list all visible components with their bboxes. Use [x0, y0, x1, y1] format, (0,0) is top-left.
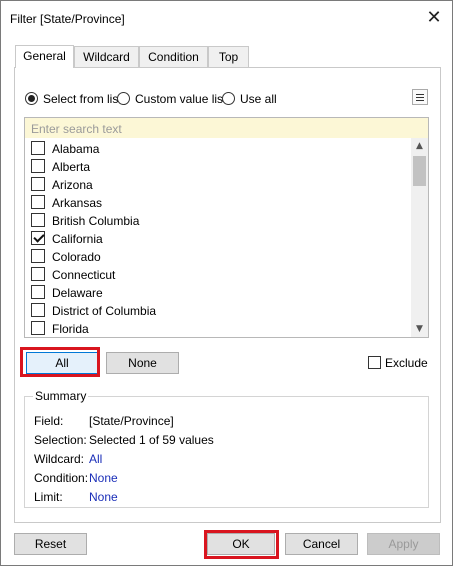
- summary-key: Field:: [34, 414, 64, 428]
- list-menu-icon[interactable]: [412, 89, 428, 105]
- radio-label: Select from list: [43, 92, 122, 106]
- summary-link-condition[interactable]: None: [89, 471, 118, 485]
- list-scrollbar[interactable]: ▲ ▼: [411, 138, 428, 337]
- list-item-label: Alabama: [52, 142, 100, 156]
- summary-title: Summary: [33, 389, 89, 403]
- checkbox-checked[interactable]: [31, 231, 45, 245]
- summary-value: Selected 1 of 59 values: [89, 433, 214, 447]
- checkbox[interactable]: [31, 285, 45, 299]
- checkbox[interactable]: [31, 267, 45, 281]
- general-tab-panel: Select from list Custom value list Use a…: [14, 67, 441, 523]
- checkbox[interactable]: [31, 303, 45, 317]
- checkbox[interactable]: [31, 249, 45, 263]
- scroll-up-icon[interactable]: ▲: [411, 138, 428, 154]
- radio-indicator: [222, 92, 235, 105]
- title-bar: Filter [State/Province] ✕: [1, 1, 452, 35]
- summary-key: Wildcard:: [34, 452, 85, 466]
- list-item-label: Arizona: [52, 178, 93, 192]
- checkbox[interactable]: [31, 321, 45, 335]
- close-icon[interactable]: ✕: [422, 6, 446, 30]
- tab-wildcard[interactable]: Wildcard: [74, 46, 139, 68]
- exclude-checkbox[interactable]: [368, 356, 381, 369]
- select-all-button[interactable]: All: [26, 352, 98, 374]
- summary-link-limit[interactable]: None: [89, 490, 118, 504]
- list-item-label: Connecticut: [52, 268, 116, 282]
- checkbox[interactable]: [31, 159, 45, 173]
- value-list: Alabama Alberta Arizona Arkansas British…: [24, 138, 429, 338]
- list-item-label: Colorado: [52, 250, 101, 264]
- ok-button[interactable]: OK: [207, 533, 275, 555]
- checkbox[interactable]: [31, 213, 45, 227]
- scroll-thumb[interactable]: [413, 156, 426, 186]
- search-input[interactable]: Enter search text: [24, 117, 429, 139]
- checkbox[interactable]: [31, 177, 45, 191]
- radio-label: Use all: [240, 92, 277, 106]
- radio-label: Custom value list: [135, 92, 227, 106]
- summary-link-wildcard[interactable]: All: [89, 452, 102, 466]
- cancel-button[interactable]: Cancel: [285, 533, 358, 555]
- checkbox[interactable]: [31, 141, 45, 155]
- reset-button[interactable]: Reset: [14, 533, 87, 555]
- checkbox[interactable]: [31, 195, 45, 209]
- summary-box: Summary Field: [State/Province] Selectio…: [24, 389, 429, 508]
- list-item-label: British Columbia: [52, 214, 140, 228]
- radio-selected-indicator: [25, 92, 38, 105]
- list-item-label: Alberta: [52, 160, 91, 174]
- scroll-down-icon[interactable]: ▼: [411, 321, 428, 337]
- list-item-label: Arkansas: [52, 196, 103, 210]
- list-item-label: District of Columbia: [52, 304, 157, 318]
- summary-key: Selection:: [34, 433, 87, 447]
- filter-dialog: Filter [State/Province] ✕ General Wildca…: [0, 0, 453, 566]
- radio-indicator: [117, 92, 130, 105]
- summary-key: Condition:: [34, 471, 89, 485]
- dialog-title: Filter [State/Province]: [10, 12, 125, 26]
- tab-general[interactable]: General: [15, 45, 74, 68]
- tab-condition[interactable]: Condition: [139, 46, 208, 68]
- list-item-label: California: [52, 232, 103, 246]
- summary-key: Limit:: [34, 490, 63, 504]
- list-item-label: Delaware: [52, 286, 103, 300]
- list-item-label: Florida: [52, 322, 89, 336]
- select-none-button[interactable]: None: [106, 352, 179, 374]
- summary-value: [State/Province]: [89, 414, 174, 428]
- apply-button[interactable]: Apply: [367, 533, 440, 555]
- tab-top[interactable]: Top: [208, 46, 249, 68]
- exclude-label: Exclude: [385, 356, 428, 370]
